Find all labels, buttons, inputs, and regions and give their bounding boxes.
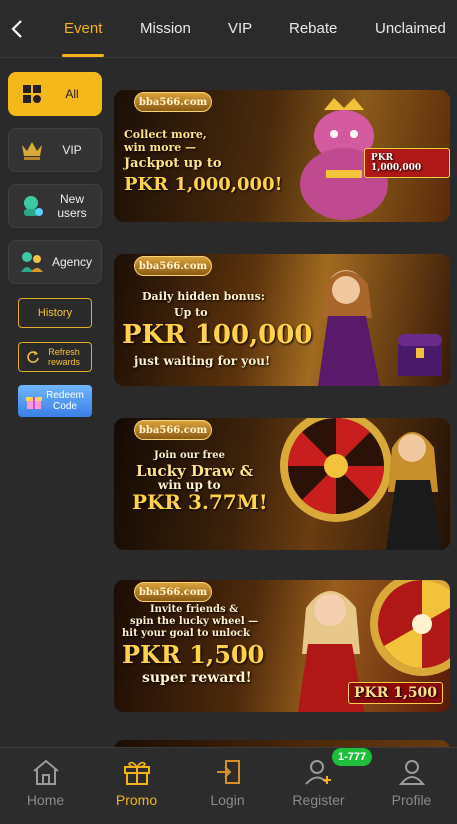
redeem-code-button[interactable]: Redeem Code — [18, 385, 92, 417]
banner-text: Join our free — [154, 450, 225, 461]
promo-banner-lucky-draw[interactable]: bba566.com Join our free Lucky Draw & wi… — [114, 418, 450, 550]
category-label: Agency — [51, 255, 93, 269]
nav-label: Register — [292, 792, 345, 808]
top-tab-bar: Event Mission VIP Rebate Unclaimed — [0, 0, 457, 58]
refresh-icon — [27, 351, 39, 363]
tab-rebate[interactable]: Rebate — [289, 20, 337, 37]
nav-label: Promo — [115, 792, 158, 808]
back-button[interactable] — [6, 14, 28, 44]
category-new-users[interactable]: New users — [8, 184, 102, 228]
banner-headline: PKR 1,500 — [122, 640, 265, 669]
lucky-wheel-illustration — [370, 580, 450, 676]
tab-unclaimed[interactable]: Unclaimed — [375, 20, 446, 37]
refresh-rewards-button[interactable]: Refresh rewards — [18, 342, 92, 372]
promo-banner-invite-friends[interactable]: bba566.com Invite friends & spin the luc… — [114, 580, 450, 712]
tab-event[interactable]: Event — [64, 20, 102, 37]
history-button[interactable]: History — [18, 298, 92, 328]
nav-label: Home — [26, 792, 65, 808]
nav-login[interactable]: Login — [182, 748, 273, 824]
nav-home[interactable]: Home — [0, 748, 91, 824]
nav-label: Login — [210, 792, 245, 808]
banner-text: hit your goal to unlock — [122, 628, 250, 639]
banner-text: Up to — [174, 306, 208, 319]
banner-headline: PKR 1,000,000! — [124, 174, 283, 195]
brand-logo: bba566.com — [134, 92, 212, 112]
active-tab-indicator — [62, 54, 104, 57]
agency-icon — [17, 247, 47, 277]
crown-icon — [17, 135, 47, 165]
home-icon — [30, 756, 62, 788]
banner-headline: PKR 3.77M! — [132, 490, 268, 514]
banner-headline: PKR 100,000 — [122, 320, 313, 350]
add-user-icon — [303, 756, 335, 788]
nav-label: Profile — [391, 792, 432, 808]
refresh-label: Refresh rewards — [47, 347, 80, 367]
chevron-left-icon — [11, 20, 22, 38]
banner-text: super reward! — [142, 670, 252, 686]
brand-logo: bba566.com — [134, 582, 212, 602]
gift-icon — [121, 756, 153, 788]
category-agency[interactable]: Agency — [8, 240, 102, 284]
category-vip[interactable]: VIP — [8, 128, 102, 172]
promo-banner-jackpot[interactable]: bba566.com Collect more, win more — Jack… — [114, 90, 450, 222]
banner-text: Jackpot up to — [124, 156, 222, 171]
login-icon — [212, 756, 244, 788]
gift-box-icon — [26, 397, 42, 409]
woman-illustration — [386, 432, 442, 550]
banner-text: win more — — [124, 141, 197, 154]
banner-text: Collect more, — [124, 128, 207, 141]
banner-text: Daily hidden bonus: — [142, 290, 265, 303]
redeem-label: Redeem Code — [46, 390, 84, 412]
grid-icon — [17, 79, 47, 109]
brand-logo: bba566.com — [134, 256, 212, 276]
category-label: VIP — [62, 143, 82, 157]
nav-promo[interactable]: Promo — [91, 748, 182, 824]
banner-text: just waiting for you! — [134, 354, 271, 368]
reward-tag: PKR 1,500 — [348, 682, 444, 704]
new-user-icon — [17, 191, 47, 221]
woman-illustration — [318, 270, 380, 386]
tab-mission[interactable]: Mission — [140, 20, 191, 37]
promo-banner-daily-bonus[interactable]: bba566.com Daily hidden bonus: Up to PKR… — [114, 254, 450, 386]
banner-text: spin the lucky wheel — — [130, 616, 259, 627]
category-label: All — [65, 87, 79, 101]
bottom-navigation: Home Promo Login Register Profile 1-777 — [0, 747, 457, 823]
brand-logo: bba566.com — [134, 420, 212, 440]
category-label: New users — [57, 192, 87, 220]
tab-vip[interactable]: VIP — [228, 20, 252, 37]
banner-text: Invite friends & — [150, 604, 239, 615]
treasure-chest-illustration — [398, 334, 442, 376]
profile-icon — [396, 756, 428, 788]
jackpot-tag: PKR 1,000,000 — [364, 148, 450, 178]
category-all[interactable]: All — [8, 72, 102, 116]
register-badge: 1-777 — [332, 748, 373, 766]
nav-profile[interactable]: Profile — [366, 748, 457, 824]
